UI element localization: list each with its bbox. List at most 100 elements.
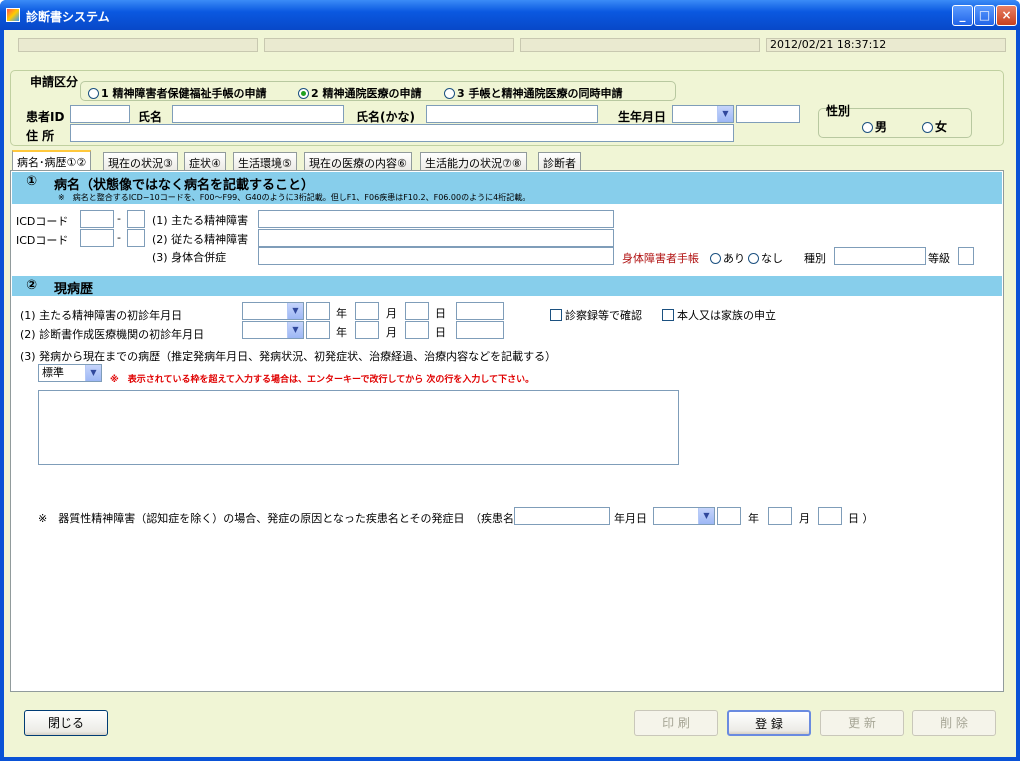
section1-title: 病名（状態像ではなく病名を記載すること） [54, 178, 315, 193]
first-visit-institution-day-field[interactable] [405, 321, 429, 339]
radio-selected-icon [298, 88, 309, 99]
chevron-down-icon: ▼ [287, 303, 303, 319]
icd1-main-field[interactable] [80, 210, 114, 228]
first-visit-institution-month-field[interactable] [355, 321, 379, 339]
icd1-sub-field[interactable] [127, 210, 145, 228]
handicap-yes-option[interactable]: あり [710, 250, 745, 266]
update-button[interactable]: 更 新 [820, 710, 904, 736]
month-label-2: 月 [386, 326, 397, 339]
icd2-sub-field[interactable] [127, 229, 145, 247]
first-visit-institution-label: (2) 診断書作成医療機関の初診年月日 [20, 328, 205, 341]
application-option-2[interactable]: 2 精神通院医療の申請 [298, 85, 421, 101]
tab-diagnosis-history[interactable]: 病名･病歴①② [12, 150, 92, 171]
application-label: 申請区分 [30, 75, 79, 89]
tab-current-status[interactable]: 現在の状況③ [103, 152, 178, 170]
icd1-dash: - [117, 212, 121, 225]
dob-field[interactable] [736, 105, 800, 123]
first-visit-institution-era-select[interactable]: ▼ [242, 321, 304, 339]
organic-ymd-label: 年月日 [614, 512, 647, 525]
radio-icon [862, 122, 873, 133]
tab-current-treatment[interactable]: 現在の医療の内容⑥ [304, 152, 412, 170]
handicap-label: 身体障害者手帳 [622, 252, 699, 265]
patient-id-label: 患者ID [26, 110, 65, 124]
first-visit-institution-year-field[interactable] [306, 321, 330, 339]
sex-male-option[interactable]: 男 [862, 118, 887, 135]
chevron-down-icon: ▼ [85, 365, 101, 381]
physical-complication-field[interactable] [258, 247, 614, 265]
print-button[interactable]: 印 刷 [634, 710, 718, 736]
name-field[interactable] [172, 105, 344, 123]
register-button[interactable]: 登 録 [727, 710, 811, 736]
kind-label: 種別 [804, 252, 826, 265]
minimize-icon[interactable]: _ [952, 5, 973, 26]
application-option-3[interactable]: 3 手帳と精神通院医療の同時申請 [444, 85, 622, 101]
icd2-main-field[interactable] [80, 229, 114, 247]
main-disorder-label: (1) 主たる精神障害 [152, 214, 249, 227]
icd2-dash: - [117, 231, 121, 244]
tab-diagnostician[interactable]: 診断者 [538, 152, 581, 170]
check-self-report[interactable]: 本人又は家族の申立 [662, 307, 776, 323]
delete-button[interactable]: 削 除 [912, 710, 996, 736]
tab-symptoms[interactable]: 症状④ [184, 152, 226, 170]
sub-disorder-field[interactable] [258, 229, 614, 247]
chevron-down-icon: ▼ [698, 508, 714, 524]
text-mode-select[interactable]: 標準 ▼ [38, 364, 102, 382]
check-medical-records[interactable]: 診察録等で確認 [550, 307, 642, 323]
section1-note: ※ 病名と整合するICD−10コードを、F00〜F99、G40のように3桁記載。… [58, 193, 531, 202]
close-icon[interactable]: × [996, 5, 1017, 26]
sex-label: 性別 [826, 104, 851, 118]
day-label-1: 日 [435, 307, 446, 320]
dob-label: 生年月日 [618, 110, 667, 124]
organic-era-select[interactable]: ▼ [653, 507, 715, 525]
month-label-1: 月 [386, 307, 397, 320]
kind-field[interactable] [834, 247, 926, 265]
handicap-no-option[interactable]: なし [748, 250, 783, 266]
first-visit-main-era-select[interactable]: ▼ [242, 302, 304, 320]
grade-label: 等級 [928, 252, 950, 265]
dob-era-select[interactable]: ▼ [672, 105, 734, 123]
radio-icon [922, 122, 933, 133]
year-label-2: 年 [336, 326, 347, 339]
radio-icon [710, 253, 721, 264]
organic-year-field[interactable] [717, 507, 741, 525]
close-button[interactable]: 閉じる [24, 710, 108, 736]
app-icon [6, 8, 20, 22]
history-label: (3) 発病から現在までの病歴（推定発病年月日、発病状況、初発症状、治療経過、治… [20, 350, 557, 363]
patient-id-field[interactable] [70, 105, 130, 123]
organic-close-label: 日 ） [848, 512, 874, 525]
organic-disorder-note: ※ 器質性精神障害（認知症を除く）の場合、発症の原因となった疾患名とその発症日 … [38, 512, 515, 525]
tab-living-environment[interactable]: 生活環境⑤ [233, 152, 297, 170]
address-field[interactable] [70, 124, 734, 142]
tab-living-ability[interactable]: 生活能力の状況⑦⑧ [420, 152, 527, 170]
application-option-1[interactable]: 1 精神障害者保健福祉手帳の申請 [88, 85, 266, 101]
history-textarea[interactable] [38, 390, 679, 465]
first-visit-main-month-field[interactable] [355, 302, 379, 320]
organic-disease-name-field[interactable] [514, 507, 610, 525]
kana-field[interactable] [426, 105, 598, 123]
organic-month-field[interactable] [768, 507, 792, 525]
physical-complication-label: (3) 身体合併症 [152, 251, 227, 264]
first-visit-main-year-field[interactable] [306, 302, 330, 320]
first-visit-main-extra-field[interactable] [456, 302, 504, 320]
first-visit-main-day-field[interactable] [405, 302, 429, 320]
title-bar[interactable]: 診断書システム _ □ × [0, 0, 1020, 30]
first-visit-main-label: (1) 主たる精神障害の初診年月日 [20, 309, 183, 322]
maximize-icon[interactable]: □ [974, 5, 995, 26]
chevron-down-icon: ▼ [287, 322, 303, 338]
radio-icon [748, 253, 759, 264]
first-visit-institution-extra-field[interactable] [456, 321, 504, 339]
checkbox-icon [662, 309, 674, 321]
radio-icon [88, 88, 99, 99]
status-panel-3 [520, 38, 760, 52]
grade-field[interactable] [958, 247, 974, 265]
kana-label: 氏名(かな) [356, 110, 415, 124]
section1-number: ① [26, 174, 38, 189]
organic-day-field[interactable] [818, 507, 842, 525]
section2-title: 現病歴 [54, 282, 94, 297]
checkbox-icon [550, 309, 562, 321]
sex-female-option[interactable]: 女 [922, 118, 947, 135]
name-label: 氏名 [138, 110, 163, 124]
main-disorder-field[interactable] [258, 210, 614, 228]
section2-number: ② [26, 278, 38, 293]
input-warning: ※ 表示されている枠を超えて入力する場合は、エンターキーで改行してから 次の行を… [110, 375, 535, 385]
